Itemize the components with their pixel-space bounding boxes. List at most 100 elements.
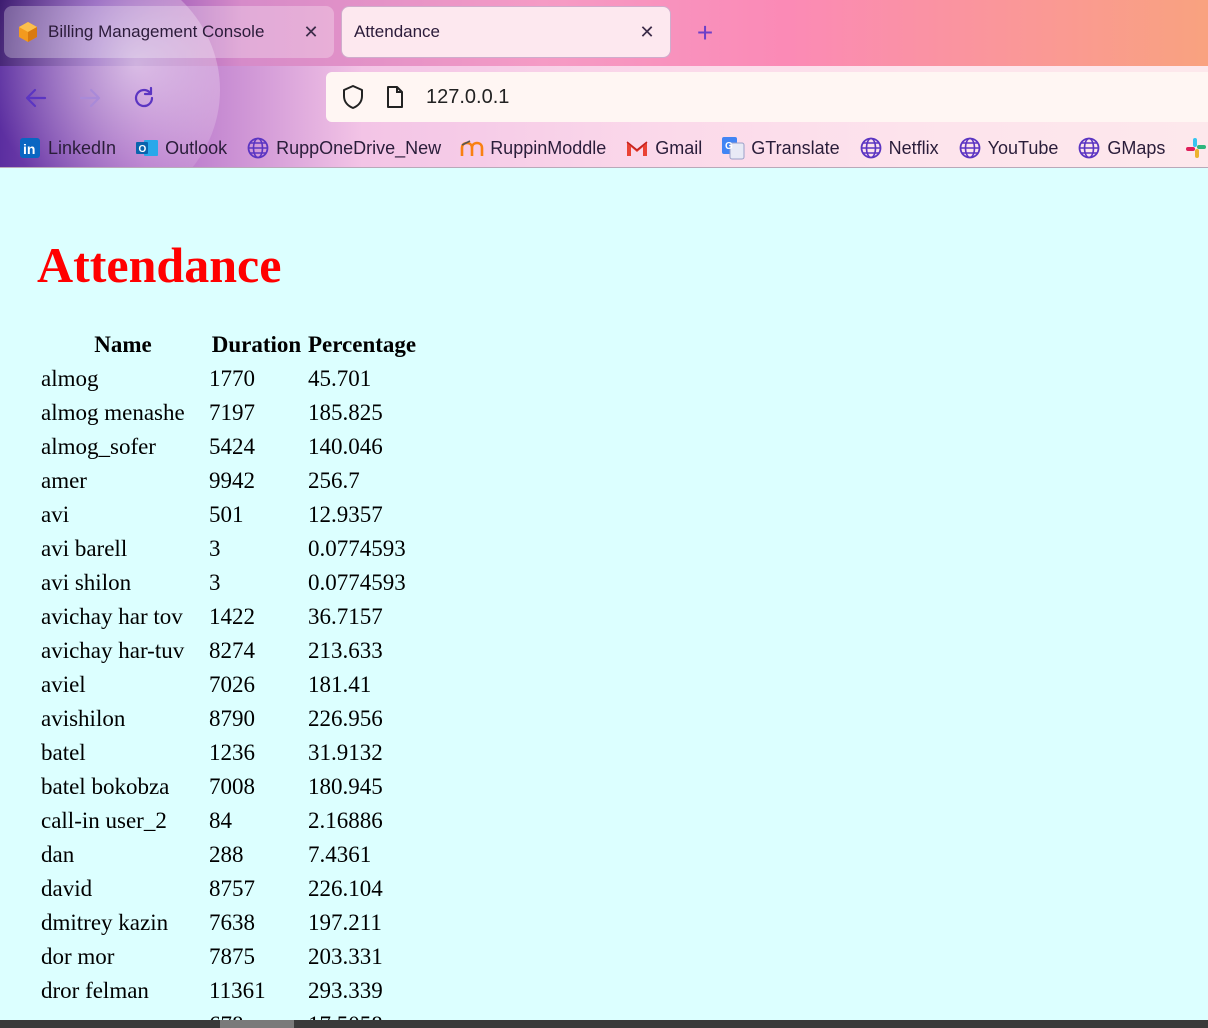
cell-name: almog menashe (41, 400, 185, 425)
bookmark-netflix[interactable]: Netflix (859, 136, 939, 160)
tab-label: Billing Management Console (48, 22, 265, 41)
page-icon[interactable] (380, 82, 410, 112)
cell-name: avi barell (41, 536, 128, 561)
google-translate-icon: G (721, 136, 745, 160)
cell-percentage: 256.7 (308, 468, 360, 493)
table-row: batel bokobza 7008 180.945 (40, 770, 417, 804)
globe-icon (1077, 136, 1101, 160)
cell-percentage: 7.4361 (308, 842, 372, 867)
cell-name: dror felman (41, 978, 149, 1003)
bookmark-youtube[interactable]: YouTube (958, 136, 1059, 160)
table-row: avi barell 3 0.0774593 (40, 532, 417, 566)
globe-icon (958, 136, 982, 160)
table-row: avi shilon 3 0.0774593 (40, 566, 417, 600)
address-bar[interactable]: 127.0.0.1 (326, 72, 1208, 122)
bookmark-label: Gmail (655, 137, 703, 158)
cell-name: aviel (41, 672, 86, 697)
table-body: almog 1770 45.701 almog menashe 7197 185.825 a… (40, 362, 417, 1020)
tab-attendance[interactable]: Attendance ✕ (341, 6, 671, 58)
cell-percentage: 203.331 (308, 944, 383, 969)
cell-duration: 7875 (209, 944, 255, 969)
back-arrow-icon[interactable] (18, 80, 54, 116)
bookmark-ruppOneDrive[interactable]: RuppOneDrive_New (246, 136, 441, 160)
table-row: almog 1770 45.701 (40, 362, 417, 396)
linkedin-icon: in (18, 136, 42, 160)
cell-percentage: 0.0774593 (308, 536, 406, 561)
table-row: aviel 7026 181.41 (40, 668, 417, 702)
slack-icon (1184, 136, 1208, 160)
new-tab-icon[interactable]: + (690, 18, 720, 48)
globe-icon (246, 136, 270, 160)
cell-name: amer (41, 468, 87, 493)
table-row: avichay har-tuv 8274 213.633 (40, 634, 417, 668)
globe-icon (859, 136, 883, 160)
cell-name: almog (41, 366, 99, 391)
scrollbar-thumb[interactable] (220, 1020, 294, 1028)
cell-duration: 5424 (209, 434, 255, 459)
cell-duration: 3 (209, 570, 221, 595)
horizontal-scrollbar[interactable] (0, 1020, 1208, 1028)
cell-duration: 3 (209, 536, 221, 561)
reload-icon[interactable] (126, 80, 162, 116)
cell-percentage: 0.0774593 (308, 570, 406, 595)
cell-duration: 288 (209, 842, 244, 867)
moodle-icon (460, 136, 484, 160)
forward-arrow-icon[interactable] (72, 80, 108, 116)
bookmark-outlook[interactable]: O Outlook (135, 136, 227, 160)
table-row: almog_sofer 5424 140.046 (40, 430, 417, 464)
table-row: amer 9942 256.7 (40, 464, 417, 498)
bookmark-linkedin[interactable]: in LinkedIn (18, 136, 116, 160)
bookmark-gmail[interactable]: Gmail (625, 136, 702, 160)
cell-duration: 9942 (209, 468, 255, 493)
cell-percentage: 17.5058 (307, 1008, 417, 1020)
cell-percentage: 140.046 (308, 434, 383, 459)
header-duration: Duration (211, 332, 302, 357)
cell-percentage: 180.945 (308, 774, 383, 799)
table-row: almog menashe 7197 185.825 (40, 396, 417, 430)
cell-percentage: 293.339 (308, 978, 383, 1003)
table-row: david 8757 226.104 (40, 872, 417, 906)
cell-duration: 8274 (209, 638, 255, 663)
cell-name: avi (41, 502, 70, 527)
bookmark-ruppinmoddle[interactable]: RuppinModdle (460, 136, 606, 160)
cell-duration: 501 (209, 502, 244, 527)
table-row: dmitrey kazin 7638 197.211 (40, 906, 417, 940)
table-row: dan 288 7.4361 (40, 838, 417, 872)
cell-percentage: 31.9132 (308, 740, 383, 765)
cell-duration: 1422 (209, 604, 255, 629)
cell-name: almog_sofer (41, 434, 156, 459)
header-percentage: Percentage (308, 332, 417, 357)
bookmark-gtranslate[interactable]: G GTranslate (721, 136, 840, 160)
cell-percentage: 2.16886 (308, 808, 383, 833)
cell-duration: 84 (209, 808, 232, 833)
tab-billing-management-console[interactable]: Billing Management Console ✕ (4, 6, 334, 58)
cell-percentage: 181.41 (308, 672, 372, 697)
close-tab-icon[interactable]: ✕ (636, 21, 658, 43)
cell-percentage: 185.825 (308, 400, 383, 425)
cell-percentage: 12.9357 (308, 502, 383, 527)
bookmark-label: RuppinModdle (490, 137, 607, 158)
table-row: avishilon 8790 226.956 (40, 702, 417, 736)
cell-percentage: 213.633 (308, 638, 383, 663)
cell-name: batel (41, 740, 86, 765)
tab-strip: Billing Management Console ✕ Attendance … (0, 0, 1208, 168)
cell-duration: 7197 (209, 400, 255, 425)
gmail-icon (625, 136, 649, 160)
bookmark-slack[interactable]: Sl (1184, 136, 1208, 160)
cell-name: david (41, 876, 93, 901)
cell-name (40, 1008, 206, 1020)
close-tab-icon[interactable]: ✕ (300, 21, 322, 43)
svg-text:G: G (725, 141, 733, 152)
cell-name: dor mor (41, 944, 115, 969)
cell-duration: 1236 (209, 740, 255, 765)
cell-duration: 8790 (209, 706, 255, 731)
bookmark-gmaps[interactable]: GMaps (1077, 136, 1165, 160)
cell-name: dan (41, 842, 75, 867)
url-text[interactable]: 127.0.0.1 (426, 86, 509, 109)
bookmark-label: YouTube (987, 137, 1059, 158)
bookmark-label: Outlook (165, 137, 228, 158)
shield-icon[interactable] (338, 82, 368, 112)
bookmark-label: Netflix (888, 137, 939, 158)
table-row: 67817.5058 (40, 1008, 417, 1020)
cell-duration: 11361 (209, 978, 266, 1003)
